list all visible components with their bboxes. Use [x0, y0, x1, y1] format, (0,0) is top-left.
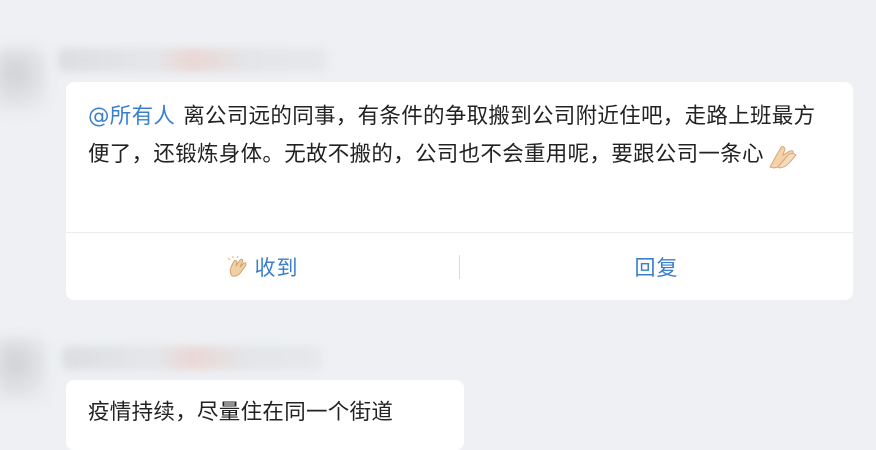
message-text: 疫情持续，尽量住在同一个街道 [88, 400, 394, 425]
sender-avatar-blurred[interactable] [0, 338, 46, 402]
received-button[interactable]: 收到 [66, 233, 459, 300]
sender-avatar-blurred[interactable] [0, 48, 46, 112]
sender-name-blurred [62, 346, 322, 370]
mention-all-link[interactable]: @所有人 [88, 104, 175, 129]
received-label: 收到 [254, 255, 299, 280]
pray-icon [769, 146, 797, 169]
message-card: 疫情持续，尽量住在同一个街道 [66, 380, 464, 450]
clap-hands-icon [227, 255, 246, 277]
sender-name-blurred [58, 48, 328, 72]
message-text: 离公司远的同事，有条件的争取搬到公司附近住吧，走路上班最方便了，还锻炼身体。无故… [88, 104, 816, 167]
message-body: @所有人 离公司远的同事，有条件的争取搬到公司附近住吧，走路上班最方便了，还锻炼身… [88, 98, 828, 174]
reply-button[interactable]: 回复 [460, 233, 853, 300]
message-actions: 收到 回复 [66, 233, 853, 300]
message-card: @所有人 离公司远的同事，有条件的争取搬到公司附近住吧，走路上班最方便了，还锻炼身… [66, 82, 853, 300]
reply-label: 回复 [634, 255, 679, 280]
